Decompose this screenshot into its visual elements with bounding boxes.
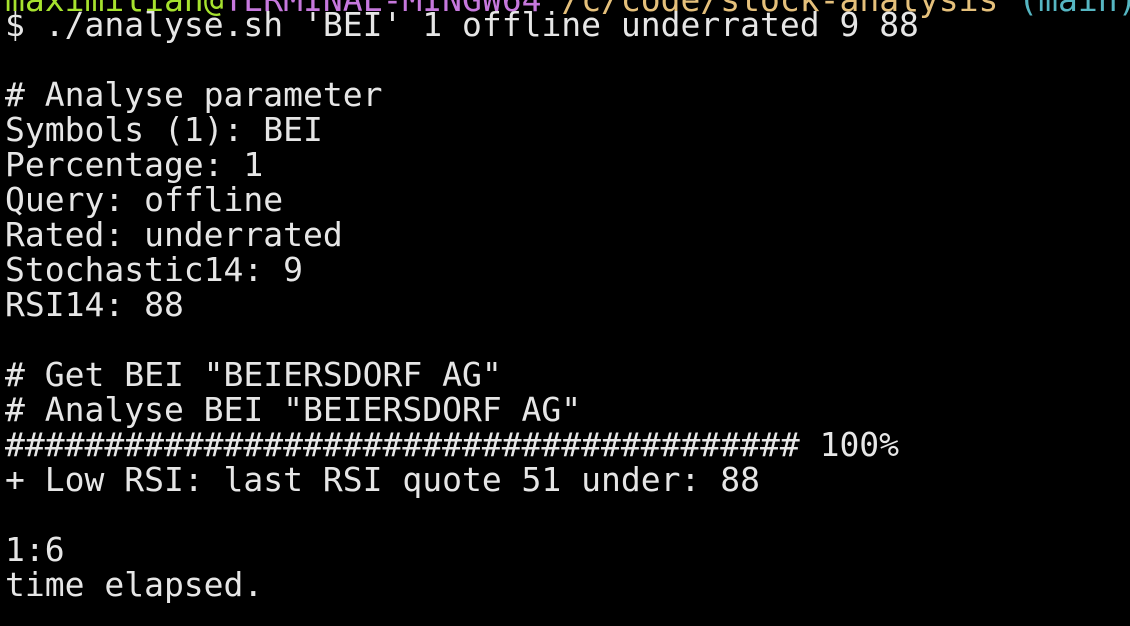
output-line-symbols: Symbols (1): BEI: [5, 110, 323, 149]
output-line-progress-bar: ########################################…: [5, 425, 900, 464]
output-line-get-symbol: # Get BEI "BEIERSDORF AG": [5, 355, 502, 394]
command-prompt-symbol: $: [5, 5, 45, 44]
prompt-branch: (main): [998, 0, 1130, 19]
output-line-low-rsi-result: + Low RSI: last RSI quote 51 under: 88: [5, 460, 760, 499]
output-line-rsi: RSI14: 88: [5, 285, 184, 324]
output-line-rated: Rated: underrated: [5, 215, 343, 254]
command-text: ./analyse.sh 'BEI' 1 offline underrated …: [44, 5, 919, 44]
output-line-percentage: Percentage: 1: [5, 145, 264, 184]
output-line-time-elapsed-label: time elapsed.: [5, 565, 264, 604]
terminal-window[interactable]: maximilian@TERMINAL-MINGW64 /c/code/stoc…: [0, 0, 1130, 626]
output-line-analyse-header: # Analyse parameter: [5, 75, 383, 114]
output-line-query: Query: offline: [5, 180, 284, 219]
command-line[interactable]: $ ./analyse.sh 'BEI' 1 offline underrate…: [5, 7, 919, 42]
output-line-analyse-symbol: # Analyse BEI "BEIERSDORF AG": [5, 390, 582, 429]
output-line-elapsed-time: 1:6: [5, 530, 65, 569]
output-line-stochastic: Stochastic14: 9: [5, 250, 304, 289]
